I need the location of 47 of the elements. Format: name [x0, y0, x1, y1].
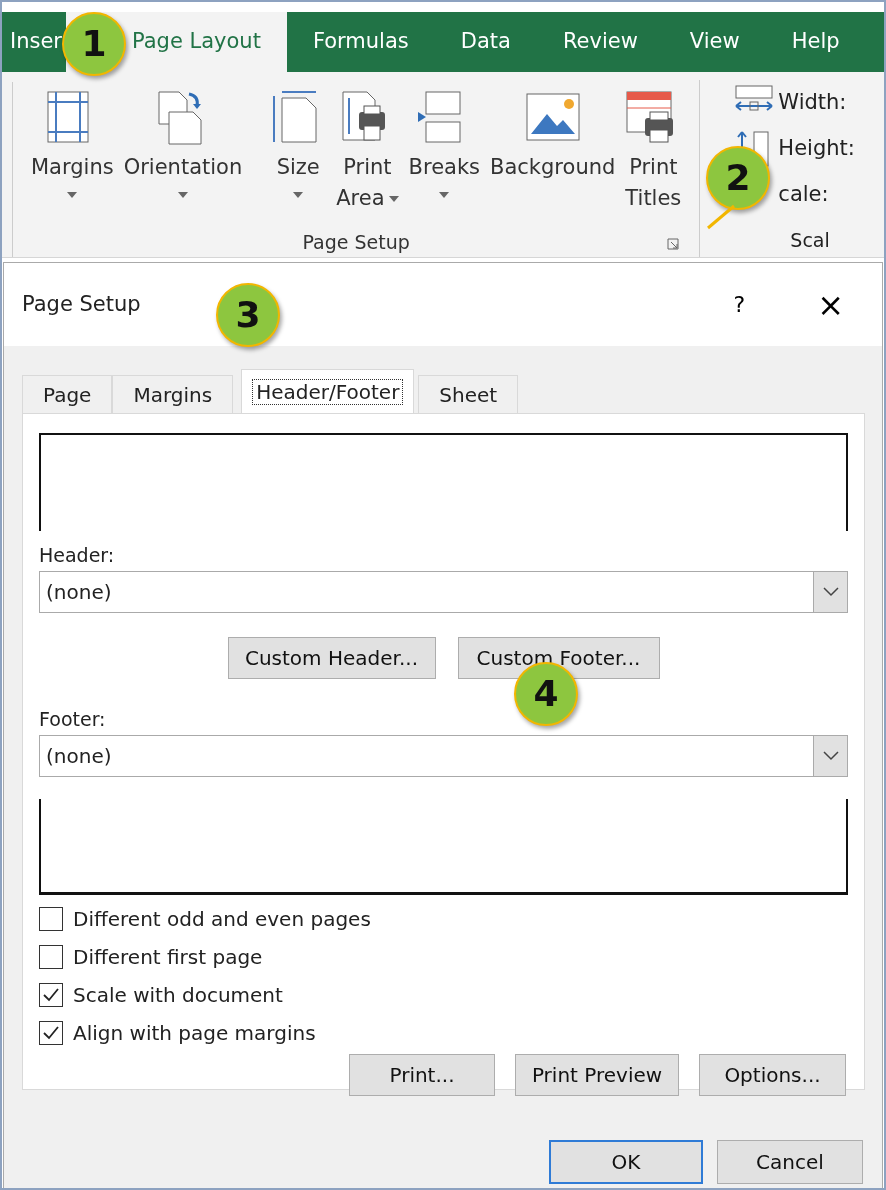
checkbox-option[interactable]: Different odd and even pages: [39, 900, 848, 938]
checkbox-option[interactable]: Different first page: [39, 938, 848, 976]
field-label: Footer:: [39, 707, 107, 732]
checkbox-option[interactable]: Align with page margins: [39, 1014, 848, 1052]
checkbox[interactable]: [39, 907, 63, 931]
field-label: Header:: [39, 543, 116, 568]
ribbon-button[interactable]: Size: [266, 82, 331, 228]
checkmark-icon: [42, 1025, 60, 1041]
header-dropdown[interactable]: (none): [39, 571, 848, 613]
close-button[interactable]: ×: [811, 287, 850, 322]
window-title: Page Setup: [22, 290, 141, 318]
checkmark-icon: [42, 987, 60, 1003]
ribbon-tab[interactable]: Data: [434, 12, 537, 72]
ribbon-button[interactable]: Breaks: [404, 82, 485, 228]
ok-button[interactable]: OK: [549, 1140, 703, 1184]
footer-dropdown[interactable]: (none): [39, 735, 848, 777]
ribbon-button[interactable]: Print Area: [332, 82, 403, 228]
dialog-launcher-icon[interactable]: [667, 237, 680, 250]
ribbon-button[interactable]: Margins: [27, 82, 118, 228]
checkbox[interactable]: [39, 945, 63, 969]
dialog-button[interactable]: Print...: [349, 1054, 495, 1096]
ribbon-tab[interactable]: Formulas: [286, 12, 435, 72]
chevron-down-icon: [821, 750, 840, 762]
ribbon-tab[interactable]: View: [663, 12, 766, 72]
dialog-button[interactable]: Print Preview: [515, 1054, 679, 1096]
scale-label: cale:: [778, 181, 829, 209]
custom-button[interactable]: Custom Header...: [227, 637, 436, 679]
checkbox[interactable]: [39, 983, 63, 1007]
checkbox-option[interactable]: Scale with document: [39, 976, 848, 1014]
dialog-tab[interactable]: Sheet: [418, 375, 519, 413]
dialog-button[interactable]: Options...: [699, 1054, 846, 1096]
checkbox[interactable]: [39, 1021, 63, 1045]
scale-label: Height:: [778, 135, 855, 163]
group-label: Page Setup: [302, 230, 410, 253]
cancel-button[interactable]: Cancel: [717, 1140, 863, 1184]
ribbon-button[interactable]: Background: [486, 82, 620, 228]
help-button[interactable]: ?: [727, 287, 752, 322]
ribbon-button[interactable]: Orientation: [119, 82, 247, 228]
ribbon-tab[interactable]: Review: [536, 12, 664, 72]
dialog-tab[interactable]: Margins: [112, 375, 234, 413]
scale-label: Width:: [778, 89, 847, 117]
ribbon-button[interactable]: Print Titles: [621, 82, 686, 228]
chevron-down-icon: [821, 586, 840, 598]
dialog-tab[interactable]: Header/Footer: [241, 369, 415, 413]
group-label: Scal: [790, 228, 831, 253]
ribbon-tab[interactable]: Help: [765, 12, 866, 72]
dialog-tab[interactable]: Page: [22, 375, 113, 413]
